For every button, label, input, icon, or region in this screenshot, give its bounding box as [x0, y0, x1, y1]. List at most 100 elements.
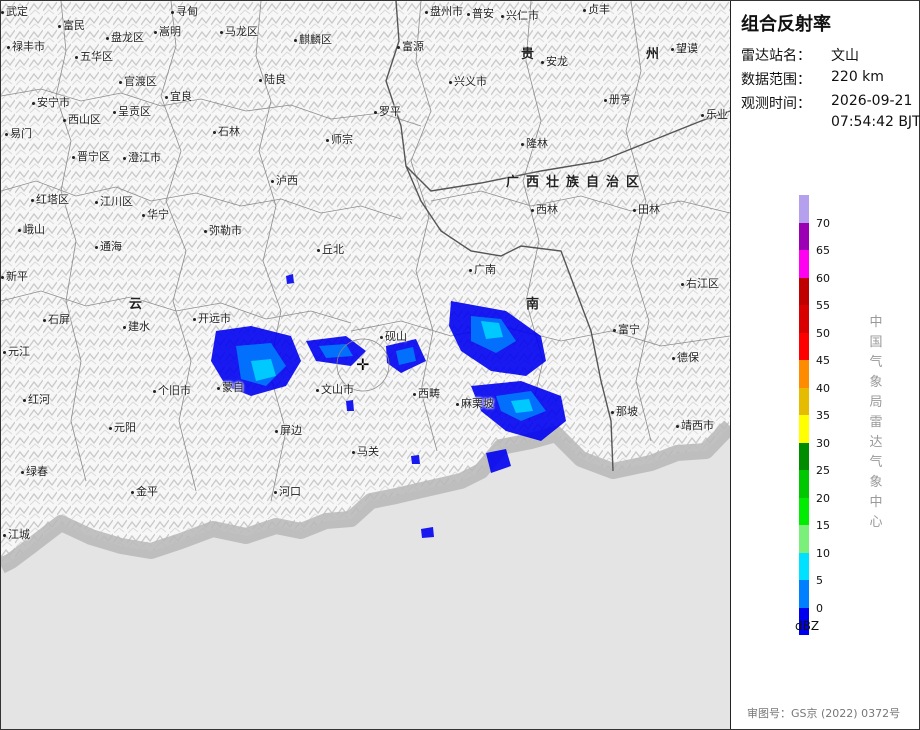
place-label: 富民 — [58, 17, 85, 33]
legend-swatch — [799, 305, 809, 333]
legend-swatch — [799, 580, 809, 608]
map-approval-number: 审图号：GS京 (2022) 0372号 — [747, 707, 901, 720]
place-label: 兴义市 — [449, 73, 487, 89]
place-label: 麒麟区 — [294, 31, 332, 47]
time-label: 观测时间： — [741, 96, 811, 112]
legend-swatch — [799, 442, 809, 470]
legend-tick-label: 35 — [816, 409, 830, 422]
crosshair-icon: ✛ — [356, 355, 370, 374]
place-label: 绿春 — [21, 463, 48, 479]
place-label: 乐业 — [701, 106, 728, 122]
legend-unit: dBZ — [795, 619, 820, 633]
place-label: 富宁 — [613, 321, 640, 337]
land-area — [1, 1, 730, 566]
station-row: 雷达站名： 文山 — [741, 45, 859, 65]
legend-tick-label: 10 — [816, 546, 830, 560]
place-label: 屏边 — [275, 422, 302, 438]
place-label: 那坡 — [611, 403, 638, 419]
place-label: 华宁 — [142, 206, 169, 222]
place-label: 开远市 — [193, 310, 231, 326]
station-label: 雷达站名： — [741, 48, 811, 64]
legend-swatch — [799, 222, 809, 250]
place-label: 弥勒市 — [204, 222, 242, 238]
place-label: 嵩明 — [154, 23, 181, 39]
place-label: 砚山 — [380, 328, 407, 344]
place-label: 兴仁市 — [501, 7, 539, 23]
place-label: 泸西 — [271, 172, 298, 188]
place-label: 富源 — [397, 38, 424, 54]
place-label: 红河 — [23, 391, 50, 407]
time-clock: 07:54:42 BJT — [831, 114, 920, 130]
legend-swatch — [799, 195, 809, 223]
place-label: 红塔区 — [31, 191, 69, 207]
legend-tick-label: 70 — [816, 216, 830, 230]
place-label: 册亨 — [604, 91, 631, 107]
legend-tick-label: 0 — [816, 601, 823, 615]
legend-tick-label: 5 — [816, 574, 823, 587]
place-label: 江川区 — [95, 193, 133, 209]
legend-tick-label: 45 — [816, 354, 830, 367]
place-label: 晋宁区 — [72, 148, 110, 164]
place-label: 澄江市 — [123, 149, 161, 165]
place-label: 盘龙区 — [106, 29, 144, 45]
time-date: 2026-09-21 — [831, 93, 913, 109]
place-label: 武定 — [1, 3, 28, 19]
legend-tick-label: 15 — [816, 519, 830, 532]
place-label: 河口 — [274, 483, 301, 499]
place-label: 靖西市 — [676, 417, 714, 433]
place-label: 蒙自 — [217, 379, 244, 395]
place-label: 陆良 — [259, 71, 286, 87]
place-label: 安龙 — [541, 53, 568, 69]
place-label: 石屏 — [43, 311, 70, 327]
legend-swatch — [799, 497, 809, 525]
product-title: 组合反射率 — [741, 14, 831, 35]
legend-tick-label: 20 — [816, 491, 830, 505]
province-label: 广西壮族自治区 — [506, 175, 647, 190]
legend-tick-label: 50 — [816, 326, 830, 340]
legend-tick-label: 55 — [816, 299, 830, 312]
place-label: 金平 — [131, 483, 158, 499]
place-label: 元江 — [3, 343, 30, 359]
place-label: 马龙区 — [220, 23, 258, 39]
province-label: 云 — [129, 297, 150, 312]
place-label: 贞丰 — [583, 1, 610, 17]
place-label: 西畴 — [413, 385, 440, 401]
legend-tick-label: 30 — [816, 436, 830, 450]
province-label: 南 — [526, 297, 547, 312]
radar-window: 贵 州 广西壮族自治区 云 南 武定 寻甸 盘州市 普安 兴仁市 贞丰 富民 嵩… — [0, 0, 920, 730]
legend-swatch — [799, 525, 809, 553]
organization-label: 中国气象局雷达气象中心 — [869, 315, 883, 530]
range-row: 数据范围： 220 km — [741, 69, 884, 89]
radar-map[interactable]: 贵 州 广西壮族自治区 云 南 武定 寻甸 盘州市 普安 兴仁市 贞丰 富民 嵩… — [1, 1, 730, 729]
place-label: 丘北 — [317, 241, 344, 257]
place-label: 师宗 — [326, 131, 353, 147]
place-label: 罗平 — [374, 103, 401, 119]
legend-swatch — [799, 470, 809, 498]
place-label: 德保 — [672, 349, 699, 365]
place-label: 寻甸 — [171, 3, 198, 19]
legend-swatch — [799, 360, 809, 388]
place-label: 新平 — [1, 268, 28, 284]
place-label: 马关 — [352, 443, 379, 459]
legend-swatch — [799, 277, 809, 305]
place-label: 禄丰市 — [7, 38, 45, 54]
time-row: 观测时间： 2026-09-21 — [741, 93, 912, 113]
legend-swatch — [799, 552, 809, 580]
legend-swatch — [799, 387, 809, 415]
place-label: 江城 — [3, 526, 30, 542]
place-label: 麻栗坡 — [456, 395, 494, 411]
place-label: 石林 — [213, 123, 240, 139]
place-label: 安宁市 — [32, 94, 70, 110]
place-label: 广南 — [469, 261, 496, 277]
range-label: 数据范围： — [741, 72, 811, 88]
place-label: 建水 — [123, 318, 150, 334]
legend-swatch — [799, 332, 809, 360]
legend-tick-label: 40 — [816, 381, 830, 395]
place-label: 易门 — [5, 125, 32, 141]
place-label: 峨山 — [18, 221, 45, 237]
color-legend — [799, 195, 809, 635]
place-label: 文山市 — [316, 381, 354, 397]
place-label: 个旧市 — [153, 382, 191, 398]
legend-tick-label: 60 — [816, 271, 830, 285]
place-label: 普安 — [467, 5, 494, 21]
